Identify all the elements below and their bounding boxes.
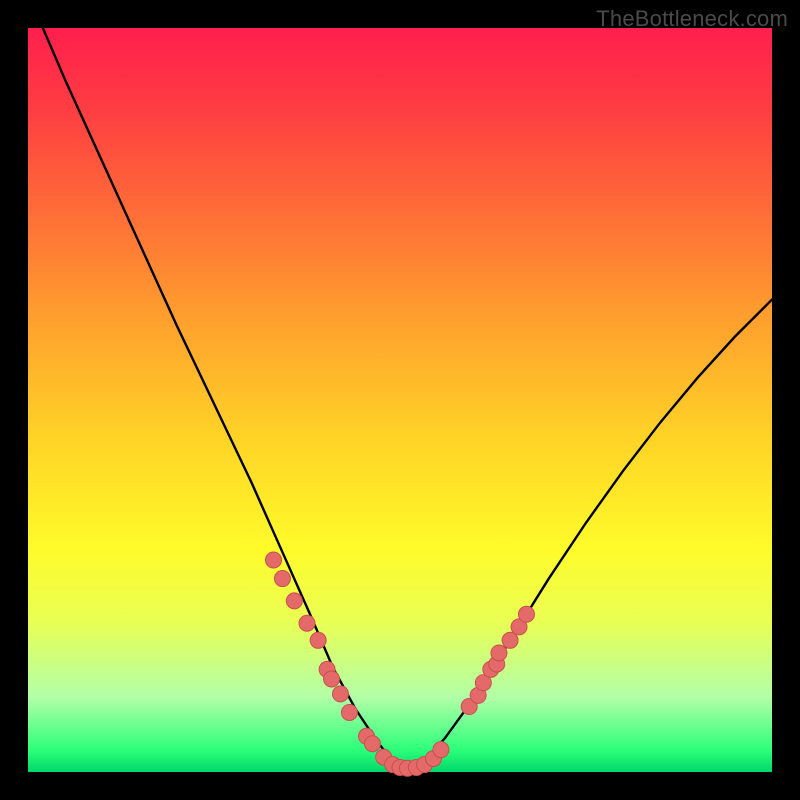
highlight-dot [518,606,534,622]
highlight-dot [299,615,315,631]
highlight-dot [266,552,282,568]
bottleneck-curve [43,28,772,768]
highlight-dot [274,571,290,587]
chart-overlay [28,28,772,772]
highlight-dots-group [266,552,535,776]
highlight-dot [286,593,302,609]
highlight-dot [341,704,357,720]
highlight-dot [332,686,348,702]
chart-frame: TheBottleneck.com [0,0,800,800]
watermark-text: TheBottleneck.com [596,6,788,32]
plot-area [28,28,772,772]
highlight-dot [491,645,507,661]
highlight-dot [433,742,449,758]
highlight-dot [364,736,380,752]
highlight-dot [324,671,340,687]
highlight-dot [310,632,326,648]
